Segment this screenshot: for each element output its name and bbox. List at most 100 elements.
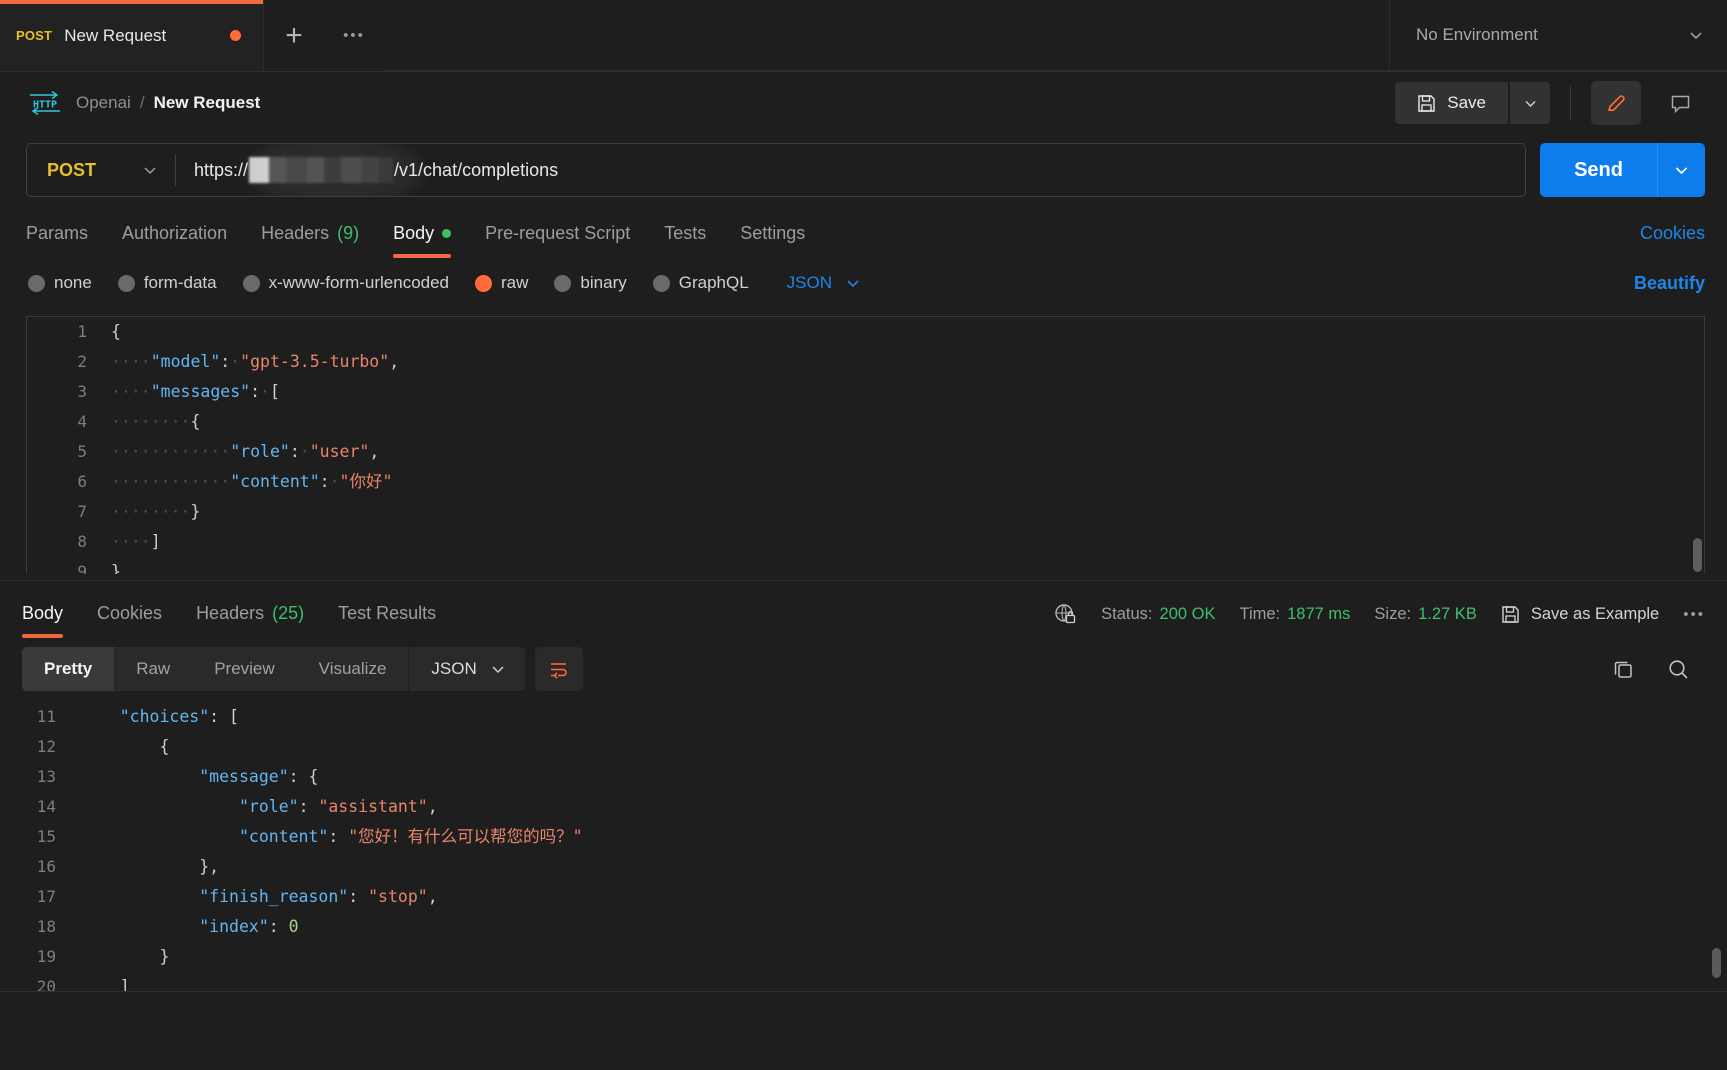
line-number: 2 (77, 352, 87, 371)
body-type-urlencoded-label: x-www-form-urlencoded (268, 273, 450, 292)
code-line: 13 "message": { (0, 762, 1727, 792)
body-type-form-data[interactable]: form-data (117, 273, 217, 293)
body-type-urlencoded[interactable]: x-www-form-urlencoded (242, 273, 450, 293)
url-input[interactable]: https:// /v1/chat/completions (176, 144, 1525, 196)
response-scrollbar[interactable] (1712, 948, 1721, 978)
body-type-graphql[interactable]: GraphQL (652, 273, 749, 293)
code-line: 19 } (0, 942, 1727, 972)
comments-button[interactable] (1655, 81, 1705, 125)
body-type-none-label: none (54, 273, 92, 292)
code-line-text: ····"messages":·[ (111, 382, 280, 401)
body-format-label: JSON (786, 273, 833, 292)
line-number: 1 (77, 322, 87, 341)
response-tab-body[interactable]: Body (22, 603, 64, 638)
view-mode-raw[interactable]: Raw (114, 647, 192, 691)
new-tab-button[interactable]: + (264, 0, 324, 71)
floppy-disk-icon (1501, 605, 1520, 624)
code-line-text: "message": { (199, 767, 319, 786)
code-line: 15 "content": "您好！有什么可以帮您的吗？" (0, 822, 1727, 852)
line-number: 20 (36, 977, 56, 992)
view-mode-pretty[interactable]: Pretty (22, 647, 115, 691)
code-line-text: ····"model":·"gpt-3.5-turbo", (111, 352, 400, 371)
response-format-selector[interactable]: JSON (408, 647, 524, 691)
editor-scrollbar[interactable] (1693, 538, 1702, 572)
tab-method-label: POST (16, 28, 53, 43)
tab-headers[interactable]: Headers (9) (261, 223, 359, 258)
request-tab-new-request[interactable]: POST New Request (0, 0, 264, 71)
time-label: Time: (1239, 604, 1281, 623)
line-number: 13 (36, 767, 56, 786)
radio-icon (554, 274, 572, 292)
tab-options-button[interactable]: ••• (324, 0, 384, 71)
code-line: 7 ········} (27, 497, 1704, 527)
view-mode-raw-label: Raw (136, 659, 171, 678)
wrap-lines-button[interactable] (534, 647, 583, 691)
response-format-label: JSON (431, 659, 477, 678)
copy-button[interactable] (1611, 657, 1636, 682)
code-line: 20 ] (0, 972, 1727, 992)
search-button[interactable] (1666, 657, 1691, 682)
code-line-text: "index": 0 (199, 917, 299, 936)
beautify-link[interactable]: Beautify (1634, 273, 1705, 293)
response-tab-headers[interactable]: Headers (25) (196, 603, 304, 638)
environment-selector[interactable]: No Environment (1389, 0, 1727, 71)
body-type-row-right: Beautify (1634, 273, 1705, 294)
tab-params[interactable]: Params (26, 223, 88, 258)
breadcrumb-actions: Save (1395, 81, 1705, 125)
code-line: 18 "index": 0 (0, 912, 1727, 942)
view-mode-pretty-label: Pretty (44, 659, 93, 678)
response-view-actions (1611, 657, 1705, 682)
breadcrumb-collection[interactable]: Openai (76, 93, 131, 113)
headers-count-badge: (9) (337, 223, 360, 243)
body-type-row: none form-data x-www-form-urlencoded raw… (0, 258, 1727, 308)
copy-icon (1614, 661, 1632, 678)
tab-settings[interactable]: Settings (740, 223, 805, 258)
tab-active-indicator (0, 0, 263, 4)
floppy-disk-icon (1417, 94, 1436, 113)
chevron-down-icon (1687, 26, 1705, 44)
body-type-binary-label: binary (580, 273, 627, 292)
body-type-none[interactable]: none (28, 273, 92, 293)
code-line: 9} (27, 557, 1704, 574)
view-mode-preview[interactable]: Preview (192, 647, 296, 691)
svg-text:HTTP: HTTP (33, 100, 57, 111)
code-line-text: } (159, 947, 170, 966)
view-mode-visualize[interactable]: Visualize (297, 647, 409, 691)
http-method-selector[interactable]: POST (27, 144, 175, 196)
response-tab-test-results[interactable]: Test Results (338, 603, 436, 638)
code-line-text: ············"content":·"你好" (111, 472, 393, 491)
send-button[interactable]: Send (1540, 143, 1657, 197)
save-button[interactable]: Save (1395, 82, 1508, 124)
tab-authorization[interactable]: Authorization (122, 223, 227, 258)
tab-settings-label: Settings (740, 223, 806, 243)
save-options-button[interactable] (1510, 82, 1550, 124)
body-type-binary[interactable]: binary (554, 273, 627, 293)
request-section-tabs: Params Authorization Headers (9) Body Pr… (0, 206, 1727, 258)
send-options-button[interactable] (1657, 143, 1705, 197)
response-body-viewer[interactable]: 11 "choices": [12 {13 "message": {14 "ro… (0, 700, 1727, 992)
line-number: 17 (36, 887, 56, 906)
body-type-graphql-label: GraphQL (678, 273, 749, 292)
network-lock-icon[interactable] (1053, 602, 1077, 626)
request-body-code[interactable]: 1{2 ····"model":·"gpt-3.5-turbo", 3 ····"me… (27, 317, 1704, 574)
breadcrumb-request-name[interactable]: New Request (154, 93, 261, 113)
response-tab-cookies[interactable]: Cookies (97, 603, 162, 638)
tab-pre-request-script[interactable]: Pre-request Script (485, 223, 630, 258)
code-line-text: "finish_reason": "stop", (199, 887, 438, 906)
body-type-raw[interactable]: raw (475, 273, 528, 293)
save-as-example-button[interactable]: Save as Example (1501, 605, 1659, 624)
edit-pencil-button[interactable] (1591, 81, 1641, 125)
chevron-down-icon (1524, 100, 1536, 107)
tab-body[interactable]: Body (393, 223, 452, 258)
line-number: 16 (36, 857, 56, 876)
tab-strip: POST New Request + ••• No Environment (0, 0, 1727, 72)
body-present-dot (442, 229, 452, 238)
request-body-editor[interactable]: 1{2 ····"model":·"gpt-3.5-turbo", 3 ····"me… (26, 316, 1705, 574)
code-line-text: { (159, 737, 170, 756)
response-more-options-icon[interactable]: ••• (1683, 606, 1705, 623)
body-format-selector[interactable]: JSON (787, 273, 862, 293)
cookies-link[interactable]: Cookies (1640, 223, 1705, 243)
url-bar-row: POST https:// /v1/chat/completions Send (0, 134, 1727, 206)
tab-tests[interactable]: Tests (664, 223, 706, 258)
code-line-text: ····] (111, 532, 161, 551)
